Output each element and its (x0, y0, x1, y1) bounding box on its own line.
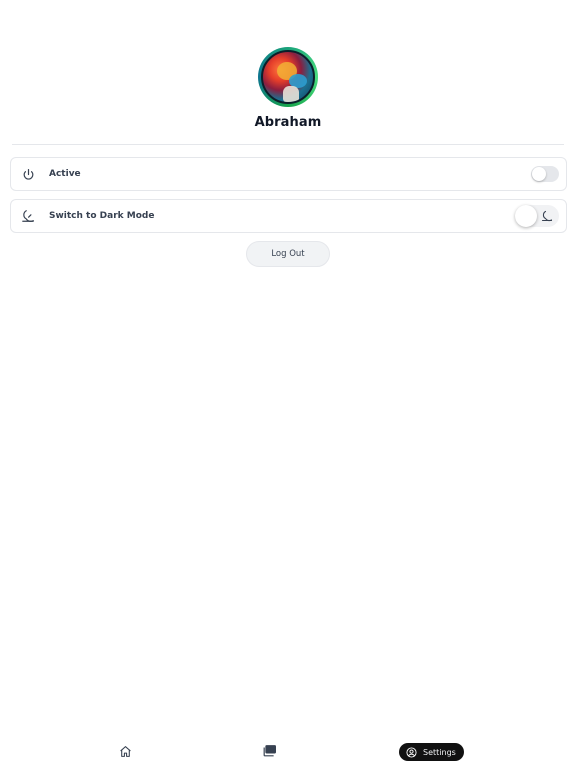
settings-page: Abraham Active Switch to Dark Mode Log O… (0, 0, 576, 768)
logout-button[interactable]: Log Out (246, 241, 330, 267)
dark-mode-toggle[interactable] (515, 205, 559, 227)
power-icon (21, 167, 35, 181)
home-icon (120, 746, 131, 757)
active-label: Active (49, 169, 81, 179)
nav-settings-label: Settings (423, 747, 456, 757)
bottom-nav: Settings (0, 736, 576, 768)
divider (12, 144, 564, 145)
moon-icon (21, 209, 35, 223)
profile-section: Abraham (0, 47, 576, 130)
toggle-knob (532, 167, 546, 181)
dark-mode-setting-row: Switch to Dark Mode (10, 199, 567, 233)
dark-mode-label: Switch to Dark Mode (49, 211, 155, 221)
profile-name: Abraham (254, 115, 322, 130)
user-circle-icon (406, 746, 417, 758)
avatar (258, 47, 318, 107)
nav-home-button[interactable] (119, 745, 133, 759)
active-toggle[interactable] (531, 166, 559, 182)
moon-icon (541, 210, 553, 222)
nav-settings-button[interactable]: Settings (399, 743, 464, 761)
library-icon (263, 745, 276, 757)
active-setting-row: Active (10, 157, 567, 191)
toggle-knob (515, 205, 537, 227)
avatar-image (261, 50, 315, 104)
nav-library-button[interactable] (262, 744, 278, 758)
